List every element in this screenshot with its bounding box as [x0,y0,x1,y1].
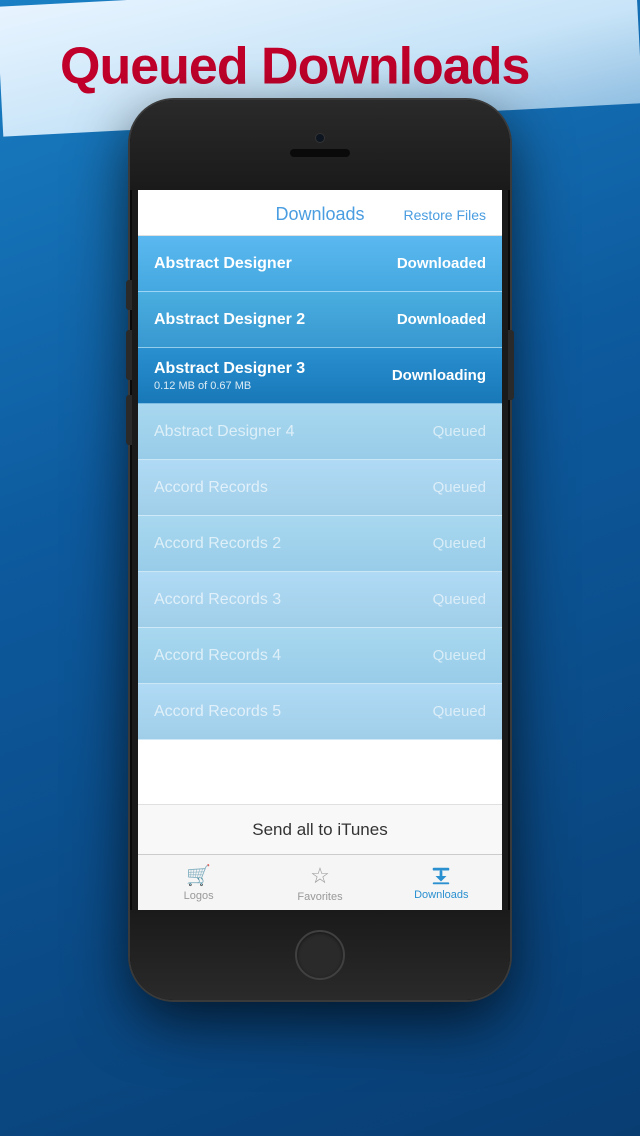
side-button-vol-up [126,330,132,380]
tab-logos-label: Logos [184,890,214,902]
item-left-9: Accord Records 5 [154,703,281,721]
phone-frame: Downloads Restore Files Abstract Designe… [130,100,510,1000]
camera [315,133,325,143]
header-title-bold: Download [275,204,355,224]
item-status-4: Queued [433,423,486,440]
download-item-5[interactable]: Accord Records Queued [138,460,502,516]
item-name-2: Abstract Designer 2 [154,311,305,329]
download-item-8[interactable]: Accord Records 4 Queued [138,628,502,684]
tab-bar: 🛒 Logos ☆ Favorites Downloads [138,854,502,910]
tab-downloads-label: Downloads [414,889,468,901]
item-left-5: Accord Records [154,479,268,497]
item-left-4: Abstract Designer 4 [154,423,295,441]
side-button-power [508,330,514,400]
item-name-6: Accord Records 2 [154,535,281,553]
screen-header: Downloads Restore Files [138,190,502,236]
send-itunes-label: Send all to iTunes [252,820,387,840]
item-status-5: Queued [433,479,486,496]
item-subtext-3: 0.12 MB of 0.67 MB [154,380,305,392]
side-button-vol-down [126,395,132,445]
item-status-7: Queued [433,591,486,608]
phone-screen: Downloads Restore Files Abstract Designe… [138,190,502,910]
item-name-5: Accord Records [154,479,268,497]
send-itunes-button[interactable]: Send all to iTunes [138,804,502,854]
download-icon [430,865,452,887]
tab-favorites-label: Favorites [297,891,342,903]
download-item-6[interactable]: Accord Records 2 Queued [138,516,502,572]
download-item-7[interactable]: Accord Records 3 Queued [138,572,502,628]
item-status-8: Queued [433,647,486,664]
home-button[interactable] [295,930,345,980]
speaker [290,149,350,157]
download-item-3[interactable]: Abstract Designer 3 0.12 MB of 0.67 MB D… [138,348,502,404]
restore-files-button[interactable]: Restore Files [404,207,486,223]
item-status-1: Downloaded [397,255,486,272]
tab-downloads[interactable]: Downloads [381,865,501,901]
item-left-2: Abstract Designer 2 [154,311,305,329]
cart-icon: 🛒 [186,863,211,888]
item-name-1: Abstract Designer [154,255,292,273]
item-status-6: Queued [433,535,486,552]
item-name-7: Accord Records 3 [154,591,281,609]
phone-top [130,100,510,190]
item-name-4: Abstract Designer 4 [154,423,295,441]
download-item-1[interactable]: Abstract Designer Downloaded [138,236,502,292]
tab-favorites[interactable]: ☆ Favorites [260,863,380,903]
download-item-9[interactable]: Accord Records 5 Queued [138,684,502,740]
item-left-6: Accord Records 2 [154,535,281,553]
phone-bottom [130,910,510,1000]
header-title: Downloads [275,204,364,225]
item-name-9: Accord Records 5 [154,703,281,721]
item-left-8: Accord Records 4 [154,647,281,665]
item-left-1: Abstract Designer [154,255,292,273]
download-item-4[interactable]: Abstract Designer 4 Queued [138,404,502,460]
side-button-mute [126,280,132,310]
download-item-2[interactable]: Abstract Designer 2 Downloaded [138,292,502,348]
download-list: Abstract Designer Downloaded Abstract De… [138,236,502,804]
item-left-7: Accord Records 3 [154,591,281,609]
banner-text: Queued Downloads [60,36,529,96]
item-status-3: Downloading [392,367,486,384]
tab-logos[interactable]: 🛒 Logos [139,863,259,902]
item-name-8: Accord Records 4 [154,647,281,665]
header-title-light: s [356,204,365,224]
item-status-9: Queued [433,703,486,720]
item-name-3: Abstract Designer 3 [154,360,305,378]
item-left-3: Abstract Designer 3 0.12 MB of 0.67 MB [154,360,305,392]
item-status-2: Downloaded [397,311,486,328]
star-icon: ☆ [310,863,330,889]
